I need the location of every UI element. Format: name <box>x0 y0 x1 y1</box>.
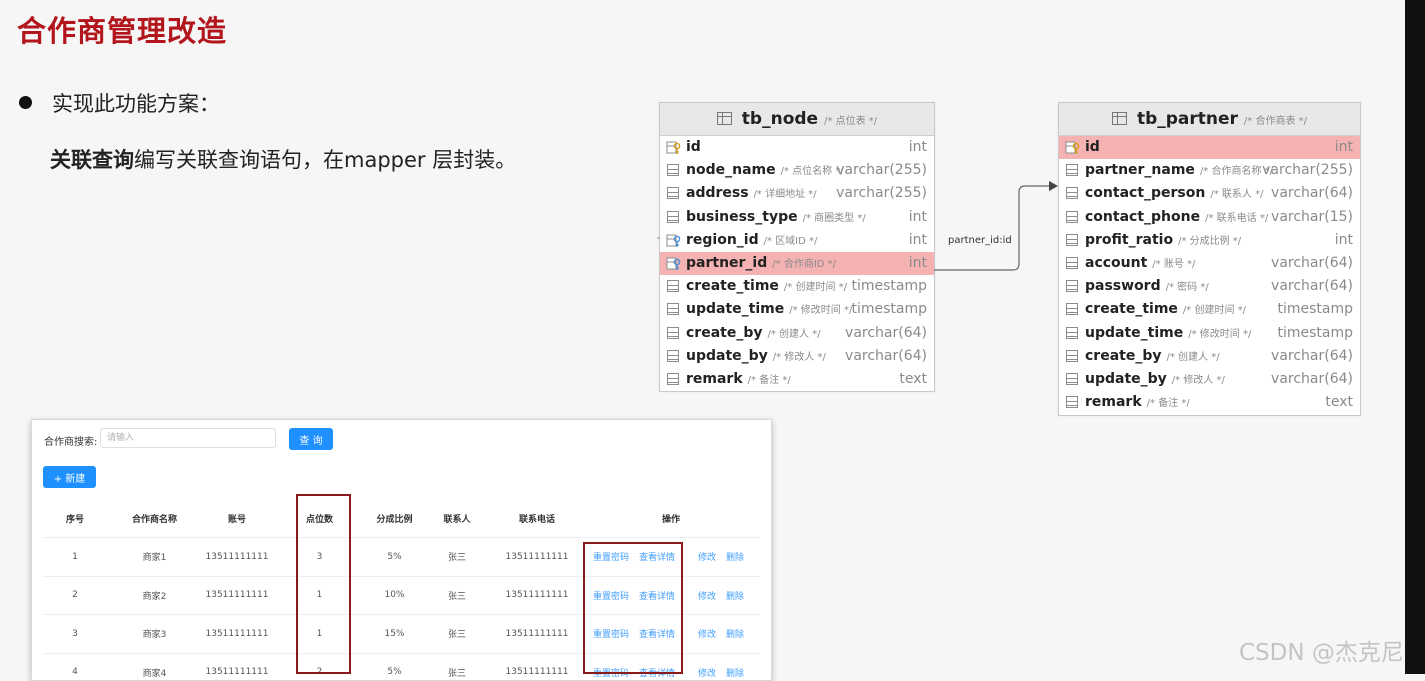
delete-link[interactable]: 删除 <box>726 553 744 563</box>
highlight-box-operations <box>583 542 683 674</box>
table-cell: 张三 <box>422 538 492 577</box>
column-header: 联系人 <box>422 499 492 538</box>
table-cell: 13511111111 <box>202 653 272 681</box>
search-input[interactable] <box>100 428 276 448</box>
right-edge <box>1405 0 1425 674</box>
table-cell: 5% <box>367 538 422 577</box>
column-header: 账号 <box>202 499 272 538</box>
highlight-box-node-count <box>296 494 351 674</box>
table-cell: 3 <box>43 615 107 654</box>
table-cell: 13511111111 <box>492 615 582 654</box>
new-button[interactable]: + 新建 <box>43 466 96 488</box>
table-cell: 张三 <box>422 653 492 681</box>
relation-arrow <box>1049 181 1058 191</box>
table-cell: 13511111111 <box>492 576 582 615</box>
table-cell: 13511111111 <box>492 653 582 681</box>
slide: 合作商管理改造 实现此功能方案： 关联查询编写关联查询语句，在mapper 层封… <box>0 0 1405 674</box>
column-header: 序号 <box>43 499 107 538</box>
watermark: CSDN @杰克尼 <box>1239 633 1404 667</box>
table-cell: 商家2 <box>107 576 202 615</box>
table-cell: 13511111111 <box>492 538 582 577</box>
table-cell: 15% <box>367 615 422 654</box>
table-cell: 商家4 <box>107 653 202 681</box>
column-header: 联系电话 <box>492 499 582 538</box>
table-cell: 10% <box>367 576 422 615</box>
query-button[interactable]: 查 询 <box>289 428 333 450</box>
table-cell: 张三 <box>422 576 492 615</box>
table-cell: 13511111111 <box>202 538 272 577</box>
table-cell: 4 <box>43 653 107 681</box>
edit-link[interactable]: 修改 <box>698 553 716 563</box>
table-cell: 13511111111 <box>202 615 272 654</box>
table-cell: 13511111111 <box>202 576 272 615</box>
table-cell: 2 <box>43 576 107 615</box>
relation-label: partner_id:id <box>948 235 1012 246</box>
edit-link[interactable]: 修改 <box>698 592 716 602</box>
search-label: 合作商搜索: <box>44 433 97 448</box>
table-header-row: 序号合作商名称账号点位数分成比例联系人联系电话操作 <box>43 499 760 538</box>
table-cell: 商家3 <box>107 615 202 654</box>
delete-link[interactable]: 删除 <box>726 592 744 602</box>
table-cell: 5% <box>367 653 422 681</box>
delete-link[interactable]: 删除 <box>726 630 744 640</box>
column-header: 合作商名称 <box>107 499 202 538</box>
table-cell: 1 <box>43 538 107 577</box>
table-cell: 商家1 <box>107 538 202 577</box>
column-header: 操作 <box>582 499 760 538</box>
table-cell: 张三 <box>422 615 492 654</box>
column-header: 分成比例 <box>367 499 422 538</box>
relation-line <box>934 186 1052 270</box>
edit-link[interactable]: 修改 <box>698 630 716 640</box>
